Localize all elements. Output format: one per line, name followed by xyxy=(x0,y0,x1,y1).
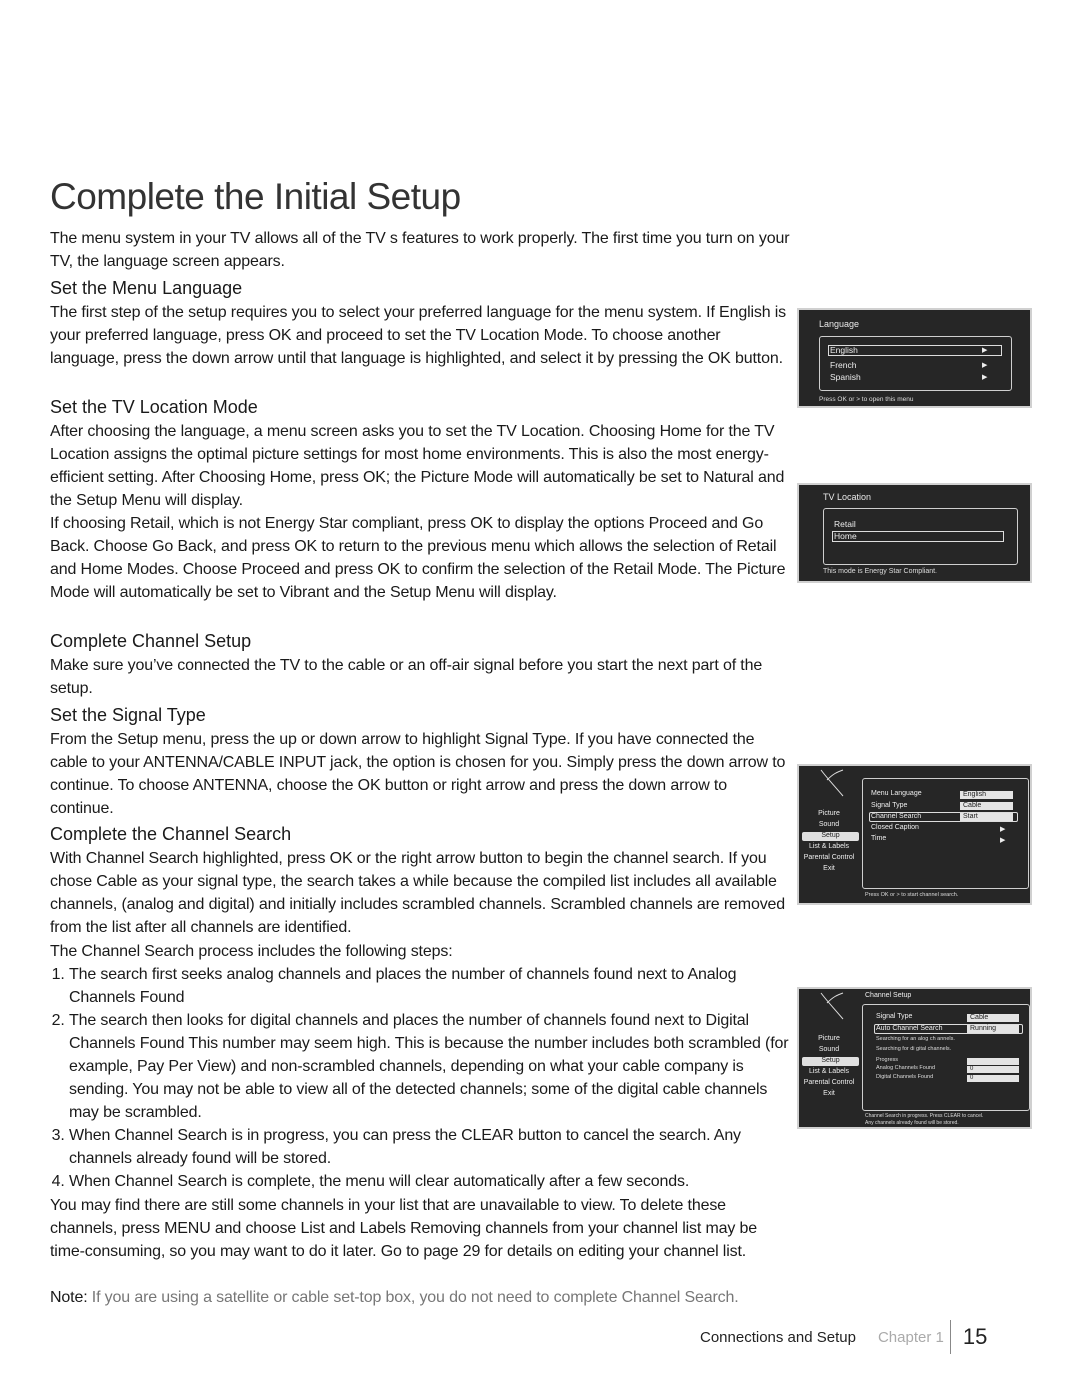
steps-list: The search first seeks analog channels a… xyxy=(50,963,790,1193)
sidebar-item-sound[interactable]: Sound xyxy=(799,1046,859,1053)
channel-setup-screen: Channel Setup Picture Sound Setup List &… xyxy=(797,987,1032,1129)
sidebar-item-setup[interactable]: Setup xyxy=(802,832,859,841)
heading-menu-language: Set the Menu Language xyxy=(50,278,243,298)
channel-setup-title: Channel Setup xyxy=(865,992,912,999)
tv-location-screen: TV Location Retail Home This mode is Ene… xyxy=(797,483,1032,583)
tv-location-paragraph-1: After choosing the language, a menu scre… xyxy=(50,423,785,509)
step-item: The search first seeks analog channels a… xyxy=(69,963,790,1009)
search-footer-line-1: Channel Search in progress. Press CLEAR … xyxy=(865,1113,984,1119)
tv-location-option-retail[interactable]: Retail xyxy=(834,519,856,529)
brand-logo-icon xyxy=(820,992,844,1020)
step-item: The search then looks for digital channe… xyxy=(69,1009,790,1124)
progress-label: Progress xyxy=(876,1057,899,1063)
footer-section-title: Connections and Setup xyxy=(700,1328,856,1346)
note-label: Note: xyxy=(50,1289,88,1306)
sidebar-item-setup[interactable]: Setup xyxy=(802,1057,859,1066)
search-footer-line-2: Any channels already found will be store… xyxy=(865,1120,959,1126)
closed-caption-label[interactable]: Closed Caption xyxy=(871,824,919,831)
note-text: If you are using a satellite or cable se… xyxy=(87,1289,739,1306)
analog-channels-found-label: Analog Channels Found xyxy=(876,1065,936,1071)
sidebar-item-exit[interactable]: Exit xyxy=(799,865,859,872)
sidebar-item-picture[interactable]: Picture xyxy=(799,810,859,817)
sidebar-item-list-labels[interactable]: List & Labels xyxy=(799,843,859,850)
language-screen-title: Language xyxy=(819,319,860,329)
brand-logo-icon xyxy=(820,769,844,797)
setup-menu-hint: Press OK or > to start channel search. xyxy=(865,892,959,898)
sidebar-item-parental-control[interactable]: Parental Control xyxy=(799,1079,859,1086)
sidebar-item-parental-control[interactable]: Parental Control xyxy=(799,854,859,861)
setup-menu-screen: Picture Sound Setup List & Labels Parent… xyxy=(797,764,1032,905)
signal-type-paragraph: From the Setup menu, press the up or dow… xyxy=(50,731,786,817)
language-screen: Language English ▶ French ▶ Spanish ▶ Pr… xyxy=(797,308,1032,408)
time-label[interactable]: Time xyxy=(871,835,886,842)
heading-channel-setup: Complete Channel Setup xyxy=(50,631,252,651)
auto-channel-search-label: Auto Channel Search xyxy=(876,1025,943,1032)
digital-channels-found-label: Digital Channels Found xyxy=(876,1074,934,1080)
sidebar-item-exit[interactable]: Exit xyxy=(799,1090,859,1097)
progress-bar xyxy=(967,1058,1019,1065)
after-steps-paragraph: You may find there are still some channe… xyxy=(50,1197,758,1260)
channel-search-value[interactable]: Start xyxy=(960,813,1013,821)
channel-setup-paragraph: Make sure you’ve connected the TV to the… xyxy=(50,657,763,697)
sidebar-item-list-labels[interactable]: List & Labels xyxy=(799,1068,859,1075)
intro-paragraph: The menu system in your TV allows all of… xyxy=(50,230,790,270)
auto-channel-search-value: Running xyxy=(967,1025,1019,1033)
chevron-right-icon: ▶ xyxy=(1000,837,1006,844)
tv-location-screen-hint: This mode is Energy Star Compliant. xyxy=(823,568,937,575)
heading-signal-type: Set the Signal Type xyxy=(50,705,206,725)
step-item: When Channel Search is in progress, you … xyxy=(69,1124,790,1170)
page-footer: Connections and Setup Chapter 1 15 xyxy=(700,1320,987,1354)
chevron-right-icon: ▶ xyxy=(1000,826,1006,833)
analog-channels-found-value: 0 xyxy=(967,1066,1019,1073)
language-screen-hint: Press OK or > to open this menu xyxy=(819,396,914,403)
signal-type-label: Signal Type xyxy=(876,1013,913,1020)
menu-language-label: Menu Language xyxy=(871,790,922,797)
channel-search-paragraph: With Channel Search highlighted, press O… xyxy=(50,850,786,936)
language-option-spanish[interactable]: Spanish xyxy=(830,372,861,382)
note: Note: If you are using a satellite or ca… xyxy=(50,1286,790,1309)
status-digital-search: Searching for di gital channels. xyxy=(876,1046,952,1052)
footer-divider xyxy=(949,1320,951,1354)
footer-chapter: Chapter 1 xyxy=(877,1328,944,1346)
digital-channels-found-value: 0 xyxy=(967,1075,1019,1082)
status-analog-search: Searching for an alog ch annels. xyxy=(876,1036,955,1042)
tv-location-selection-highlight xyxy=(832,531,1004,542)
signal-type-label: Signal Type xyxy=(871,802,908,809)
chevron-right-icon: ▶ xyxy=(982,374,988,381)
steps-intro: The Channel Search process includes the … xyxy=(50,943,453,960)
page-title: Complete the Initial Setup xyxy=(50,176,461,217)
signal-type-value: Cable xyxy=(967,1014,1019,1022)
channel-search-label: Channel Search xyxy=(871,813,922,820)
sidebar-item-sound[interactable]: Sound xyxy=(799,821,859,828)
tv-location-option-home[interactable]: Home xyxy=(834,531,857,541)
language-option-english[interactable]: English xyxy=(830,345,858,355)
heading-tv-location: Set the TV Location Mode xyxy=(50,397,258,417)
menu-language-value[interactable]: English xyxy=(960,791,1013,799)
chevron-right-icon: ▶ xyxy=(982,362,988,369)
chevron-right-icon: ▶ xyxy=(982,347,988,354)
tv-location-paragraph-2: If choosing Retail, which is not Energy … xyxy=(50,515,786,601)
page-number: 15 xyxy=(962,1324,988,1349)
language-option-french[interactable]: French xyxy=(830,360,856,370)
signal-type-value[interactable]: Cable xyxy=(960,802,1013,810)
menu-language-paragraph: The first step of the setup requires you… xyxy=(50,304,787,367)
heading-channel-search: Complete the Channel Search xyxy=(50,824,292,844)
sidebar-item-picture[interactable]: Picture xyxy=(799,1035,859,1042)
step-item: When Channel Search is complete, the men… xyxy=(69,1170,790,1193)
tv-location-screen-title: TV Location xyxy=(823,492,872,502)
